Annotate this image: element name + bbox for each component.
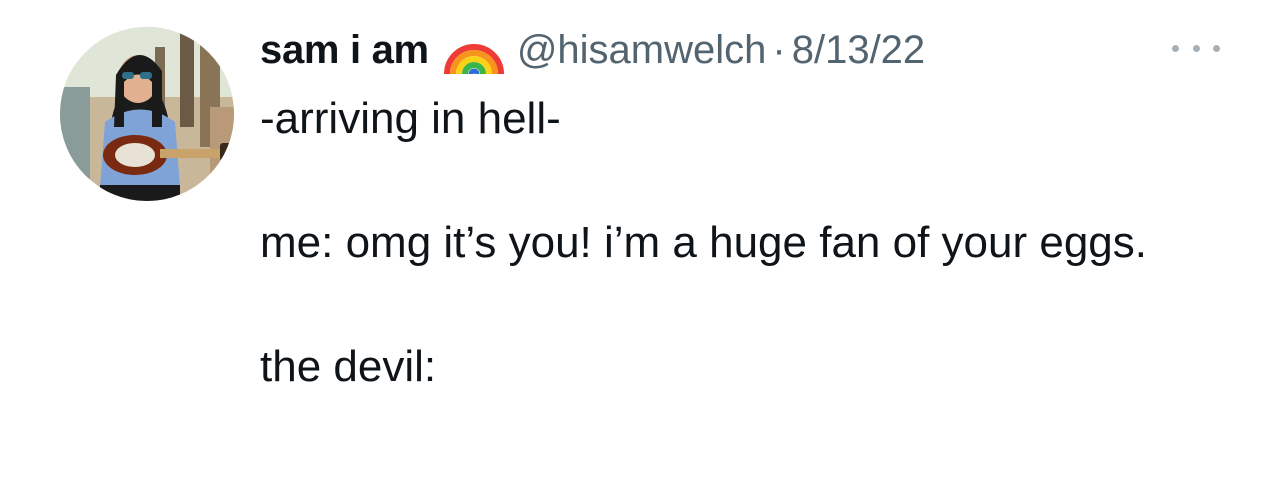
more-dot: [1192, 44, 1200, 52]
tweet: sam i am @hisamwelch · 8/13/22 -arriving…: [0, 0, 1284, 488]
tweet-text: -arriving in hell- me: omg it’s you! i’m…: [260, 94, 1147, 391]
more-dot: [1172, 44, 1179, 52]
rainbow-emoji: [443, 22, 505, 78]
display-name[interactable]: sam i am: [260, 28, 429, 73]
more-horizontal-icon[interactable]: [1172, 38, 1220, 58]
tweet-header: sam i am @hisamwelch · 8/13/22: [260, 22, 925, 78]
more-dot: [1213, 44, 1220, 52]
avatar[interactable]: [60, 27, 234, 201]
tweet-date[interactable]: 8/13/22: [792, 28, 925, 73]
separator-dot: ·: [772, 27, 786, 72]
avatar-photo: [60, 27, 234, 201]
user-handle[interactable]: @hisamwelch: [517, 28, 767, 73]
